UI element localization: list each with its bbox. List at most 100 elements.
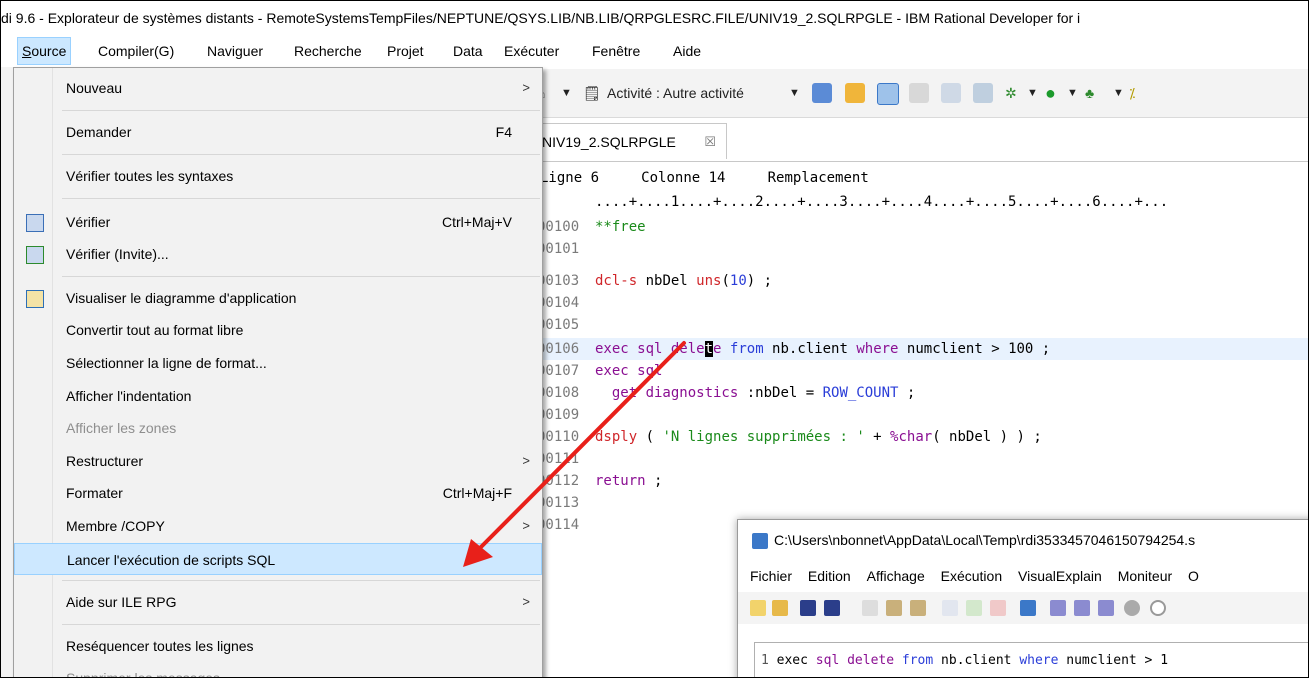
- code-line[interactable]: 00104: [537, 292, 1308, 314]
- menu-item-zones: Afficher les zones: [14, 412, 542, 444]
- menu-separator: [62, 198, 540, 199]
- menu-item-resequencer[interactable]: Reséquencer toutes les lignes: [14, 630, 542, 662]
- chevron-down-icon[interactable]: ▼: [1067, 81, 1078, 105]
- menu-item-aide-ile-rpg[interactable]: Aide sur ILE RPG >: [14, 586, 542, 618]
- sql-menu-edition[interactable]: Edition: [808, 568, 851, 584]
- menu-item-selectionner-format[interactable]: Sélectionner la ligne de format...: [14, 347, 542, 379]
- tab-univ19-2[interactable]: NIV19_2.SQLRPGLE ☒: [537, 123, 727, 159]
- monitor-start-icon[interactable]: [1074, 600, 1090, 616]
- menu-separator: [62, 276, 540, 277]
- copy-icon[interactable]: [886, 600, 902, 616]
- explain-icon[interactable]: [1020, 600, 1036, 616]
- menu-aide[interactable]: Aide: [673, 35, 701, 67]
- chevron-right-icon: >: [522, 518, 530, 533]
- menu-item-label: Restructurer: [66, 453, 144, 469]
- new-file-icon[interactable]: [750, 600, 766, 616]
- run-icon[interactable]: ●: [1045, 81, 1056, 105]
- code-line[interactable]: 00101: [537, 238, 1308, 260]
- menu-item-label: Lancer l'exécution de scripts SQL: [67, 552, 276, 568]
- close-icon[interactable]: ☒: [704, 124, 716, 160]
- code-line[interactable]: 00113: [537, 492, 1308, 514]
- menu-item-nouveau[interactable]: Nouveau >: [14, 72, 542, 104]
- compile-icon[interactable]: [812, 83, 832, 103]
- menu-item-restructurer[interactable]: Restructurer >: [14, 445, 542, 477]
- sql-window-path: C:\Users\nbonnet\AppData\Local\Temp\rdi3…: [774, 532, 1196, 548]
- debug-icon[interactable]: ✲: [1005, 81, 1017, 105]
- circle-icon[interactable]: [1150, 600, 1166, 616]
- menu-fenetre[interactable]: Fenêtre: [592, 35, 640, 67]
- menu-compiler[interactable]: Compiler(G): [98, 35, 174, 67]
- menu-item-indentation[interactable]: Afficher l'indentation: [14, 380, 542, 412]
- verify-prompt-icon: [26, 246, 44, 264]
- open-folder-icon[interactable]: [772, 600, 788, 616]
- external-tools-icon[interactable]: ♣: [1085, 81, 1094, 105]
- line-number: 00103: [537, 273, 580, 289]
- code-line[interactable]: 00108 get diagnostics :nbDel = ROW_COUNT…: [537, 382, 1308, 404]
- cut-icon[interactable]: [862, 600, 878, 616]
- menu-item-lancer-sql[interactable]: Lancer l'exécution de scripts SQL: [14, 543, 542, 575]
- sql-stop-icon[interactable]: [990, 600, 1006, 616]
- menu-item-formater[interactable]: Formater Ctrl+Maj+F: [14, 477, 542, 509]
- chevron-down-icon[interactable]: ▼: [1113, 81, 1124, 105]
- menu-recherche[interactable]: Recherche: [294, 35, 362, 67]
- sql-menu-o[interactable]: O: [1188, 568, 1199, 584]
- code-line[interactable]: 00110 dsply ( 'N lignes supprimées : ' + …: [537, 426, 1308, 448]
- sql-menu-affichage[interactable]: Affichage: [867, 568, 925, 584]
- save-icon[interactable]: [800, 600, 816, 616]
- menu-data[interactable]: Data: [453, 35, 483, 67]
- menu-item-verifier-invite[interactable]: Vérifier (Invite)...: [14, 238, 542, 270]
- diagram-icon: [26, 290, 44, 308]
- menu-item-verifier-syntaxes[interactable]: Vérifier toutes les syntaxes: [14, 160, 542, 192]
- sql-run-icon[interactable]: [942, 600, 958, 616]
- sql-menu-fichier[interactable]: Fichier: [750, 568, 792, 584]
- sql-icon[interactable]: [973, 83, 993, 103]
- save-as-icon[interactable]: [824, 600, 840, 616]
- code-line[interactable]: 00107 exec sql: [537, 360, 1308, 382]
- menu-item-diagramme[interactable]: Visualiser le diagramme d'application: [14, 282, 542, 314]
- code-line[interactable]: 00109: [537, 404, 1308, 426]
- menu-bar: Source Compiler(G) Naviguer Recherche Pr…: [1, 35, 1308, 67]
- code-line[interactable]: 00100 **free: [537, 216, 1308, 238]
- line-number: 00112: [537, 473, 580, 489]
- monitor-icon[interactable]: [1050, 600, 1066, 616]
- chevron-down-icon[interactable]: ▼: [561, 81, 572, 105]
- sql-menu-moniteur[interactable]: Moniteur: [1118, 568, 1172, 584]
- menu-executer[interactable]: Exécuter: [504, 35, 559, 67]
- menu-naviguer[interactable]: Naviguer: [207, 35, 263, 67]
- menu-item-label: Sélectionner la ligne de format...: [66, 355, 267, 371]
- menu-item-label: Reséquencer toutes les lignes: [66, 638, 254, 654]
- coverage-icon[interactable]: ⁒: [1129, 81, 1135, 105]
- menu-item-convertir[interactable]: Convertir tout au format libre: [14, 314, 542, 346]
- line-number: 00111: [537, 451, 580, 467]
- monitor-end-icon[interactable]: [1098, 600, 1114, 616]
- chevron-down-icon[interactable]: ▼: [789, 81, 800, 105]
- record-icon[interactable]: [1124, 600, 1140, 616]
- menu-item-demander[interactable]: Demander F4: [14, 116, 542, 148]
- view-icon[interactable]: [877, 83, 899, 105]
- paste-icon[interactable]: [910, 600, 926, 616]
- menu-source[interactable]: Source: [17, 37, 72, 65]
- list-icon[interactable]: [941, 83, 961, 103]
- code-line[interactable]: 00112 return ;: [537, 470, 1308, 492]
- menu-item-verifier[interactable]: Vérifier Ctrl+Maj+V: [14, 206, 542, 238]
- chart-icon[interactable]: [845, 83, 865, 103]
- code-line[interactable]: 00103 dcl-s nbDel uns(10) ;: [537, 270, 1308, 292]
- activity-icon: 🗒: [583, 85, 601, 101]
- menu-item-label: Afficher l'indentation: [66, 388, 192, 404]
- chevron-down-icon[interactable]: ▼: [1027, 81, 1038, 105]
- menu-separator: [62, 110, 540, 111]
- code-line[interactable]: 00105: [537, 314, 1308, 336]
- clipboard-icon[interactable]: [909, 83, 929, 103]
- menu-projet[interactable]: Projet: [387, 35, 424, 67]
- sql-run-selected-icon[interactable]: [966, 600, 982, 616]
- line-number: 00108: [537, 385, 580, 401]
- line-number: 00109: [537, 407, 580, 423]
- activity-label[interactable]: Activité : Autre activité: [607, 81, 744, 105]
- sql-editor[interactable]: 1 exec sql delete from nb.client where n…: [754, 642, 1308, 677]
- sql-menu-execution[interactable]: Exécution: [941, 568, 1002, 584]
- code-line-current[interactable]: 00106 exec sql delete from nb.client wher…: [537, 338, 1308, 360]
- menu-item-membre-copy[interactable]: Membre /COPY >: [14, 510, 542, 542]
- sql-menu-visualexplain[interactable]: VisualExplain: [1018, 568, 1102, 584]
- code-line[interactable]: 00111: [537, 448, 1308, 470]
- menu-item-label: Supprimer les messages: [66, 670, 221, 678]
